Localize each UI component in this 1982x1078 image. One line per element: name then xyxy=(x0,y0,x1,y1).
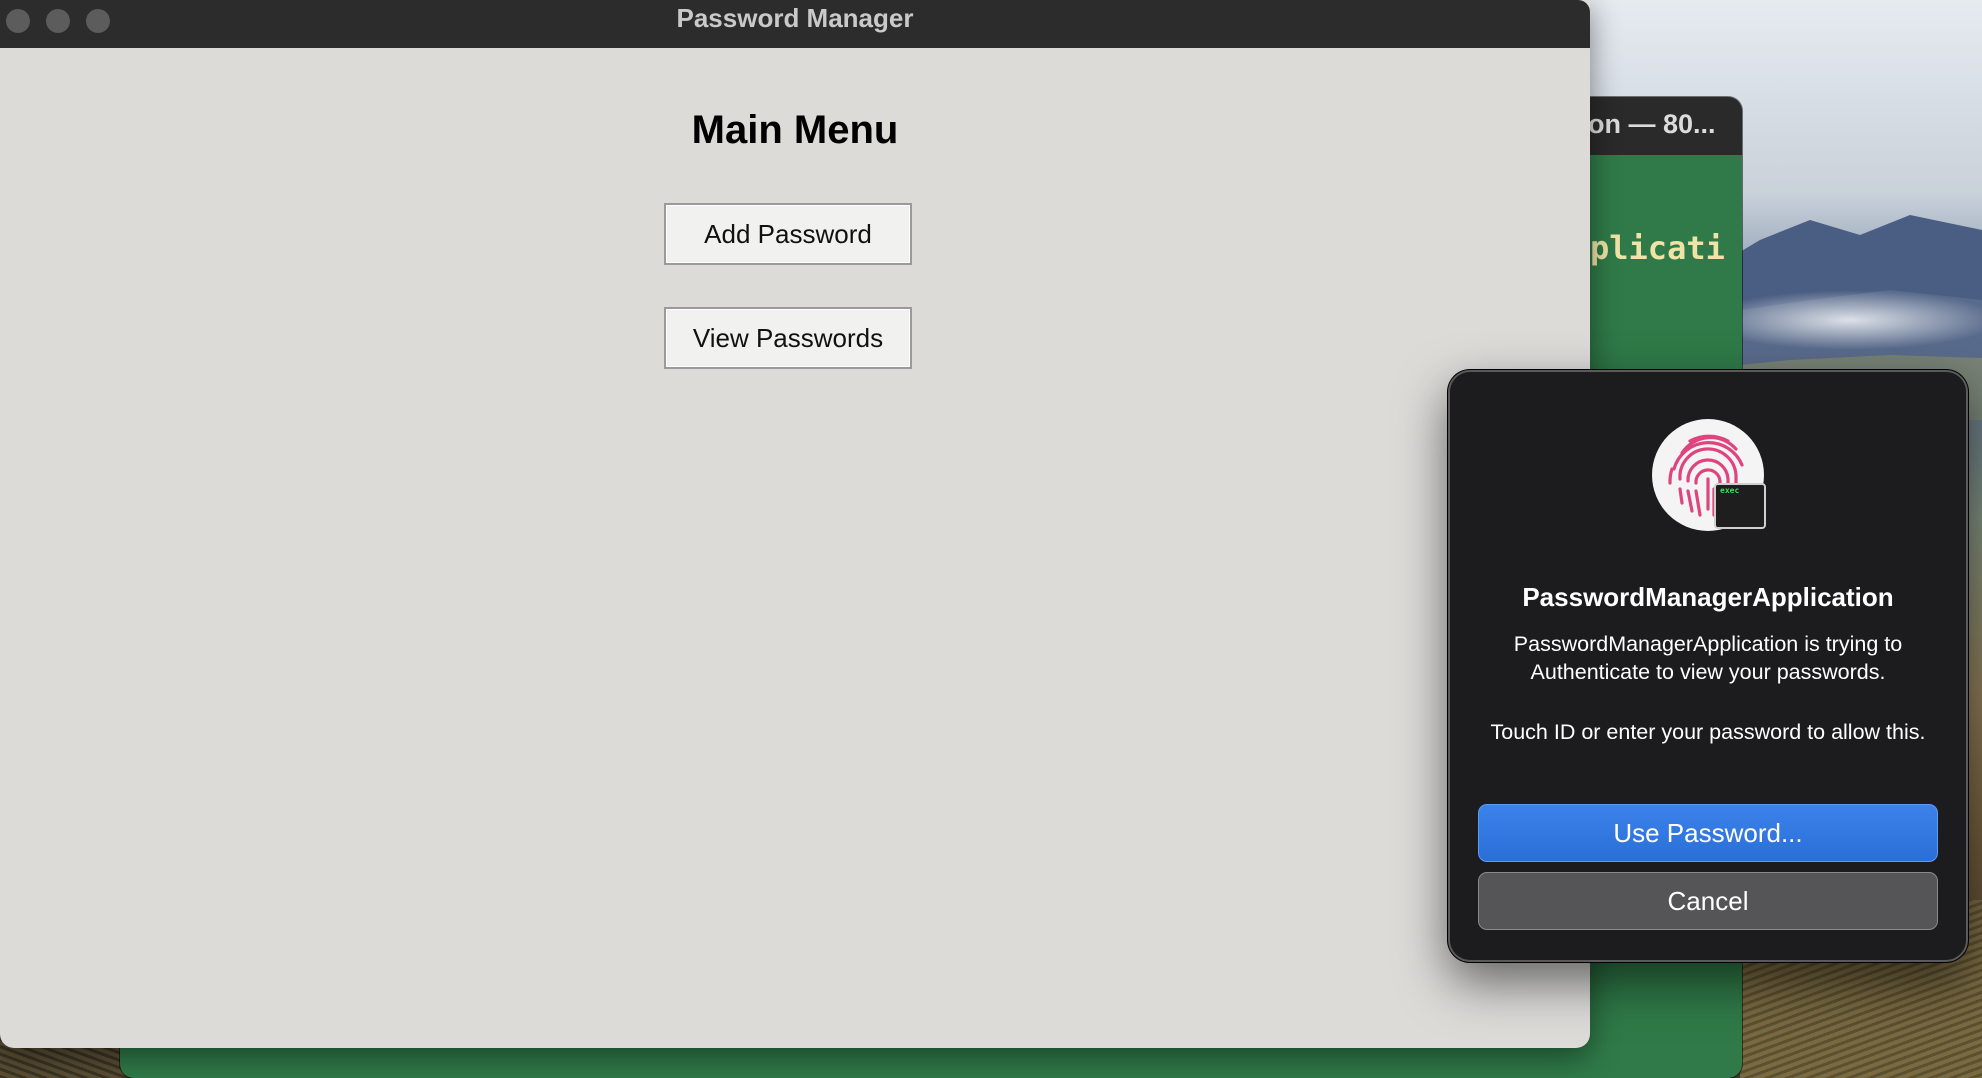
window-titlebar[interactable]: Password Manager xyxy=(0,0,1590,48)
add-password-button[interactable]: Add Password xyxy=(664,203,912,265)
dialog-message: PasswordManagerApplication is trying to … xyxy=(1513,632,1903,684)
dialog-hint: Touch ID or enter your password to allow… xyxy=(1490,720,1926,744)
exec-badge-label: exec xyxy=(1720,486,1740,495)
view-passwords-button[interactable]: View Passwords xyxy=(664,307,912,369)
window-title: Password Manager xyxy=(676,3,914,33)
cancel-button[interactable]: Cancel xyxy=(1478,872,1938,930)
terminal-title: on — 80... xyxy=(1588,109,1716,139)
terminal-exec-icon: exec xyxy=(1714,483,1766,529)
fog-patch xyxy=(1700,290,1982,350)
authentication-dialog: exec PasswordManagerApplication Password… xyxy=(1448,370,1968,962)
password-manager-window: Password Manager Main Menu Add Password … xyxy=(0,0,1590,1048)
terminal-output-text: plicati xyxy=(1590,229,1725,267)
use-password-button[interactable]: Use Password... xyxy=(1478,804,1938,862)
desktop-background: on — 80... plicati Password Manager Main… xyxy=(0,0,1982,1078)
page-title: Main Menu xyxy=(691,108,899,152)
dialog-app-name: PasswordManagerApplication xyxy=(1522,582,1894,612)
touch-id-icon-group: exec xyxy=(1652,419,1766,531)
